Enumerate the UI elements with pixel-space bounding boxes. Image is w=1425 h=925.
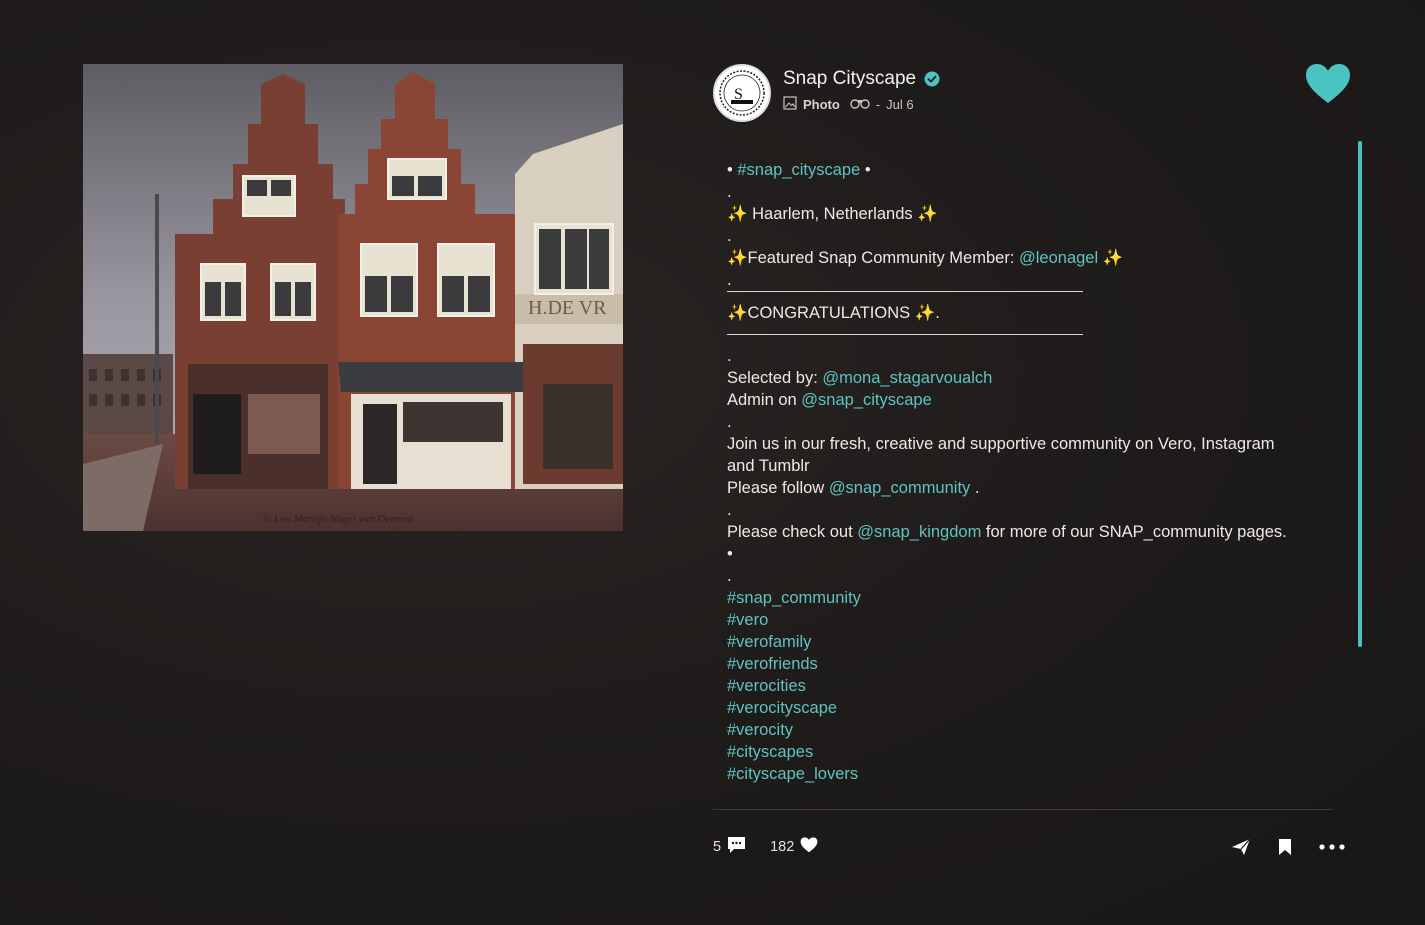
footer-divider: [713, 809, 1333, 810]
post-photo[interactable]: H.DE VR © Leo Martijn Nagel van Deemen: [83, 64, 623, 531]
more-icon[interactable]: [1318, 836, 1346, 858]
post-actions: [1230, 836, 1346, 858]
mention-link[interactable]: @mona_stagarvoualch: [822, 369, 992, 387]
caption-line: •: [727, 545, 733, 563]
hashtag-link[interactable]: #snap_cityscape: [737, 161, 860, 179]
hashtag-link[interactable]: #verocities: [727, 675, 1297, 697]
photo-image: H.DE VR © Leo Martijn Nagel van Deemen: [83, 64, 623, 531]
post-stats: 5 182: [713, 836, 818, 858]
caption-line: ✨Featured Snap Community Member: @leonag…: [727, 249, 1124, 267]
hashtag-link[interactable]: #verocity: [727, 719, 1297, 741]
account-name[interactable]: Snap Cityscape: [783, 68, 916, 90]
mention-link[interactable]: @snap_cityscape: [801, 391, 932, 409]
caption-rule: [727, 334, 1083, 335]
caption-line: .: [727, 183, 732, 201]
caption-line: .: [727, 567, 732, 585]
hashtag-link[interactable]: #snap_community: [727, 587, 1297, 609]
caption-line: .: [727, 227, 732, 245]
mention-link[interactable]: @leonagel: [1019, 249, 1098, 267]
caption-line: .: [727, 347, 732, 365]
comment-icon: [727, 836, 746, 858]
comment-count: 5: [713, 839, 722, 855]
heart-icon: [1306, 64, 1350, 103]
account-avatar[interactable]: S: [713, 64, 771, 122]
caption-line: .: [727, 501, 732, 519]
binoculars-icon: [850, 97, 870, 112]
hashtag-link[interactable]: #verofriends: [727, 653, 1297, 675]
caption-rule: [727, 291, 1083, 292]
account-header: Snap Cityscape: [783, 68, 940, 90]
heart-icon: [800, 837, 818, 857]
hashtag-link[interactable]: #cityscapes: [727, 741, 1297, 763]
like-count: 182: [770, 839, 795, 855]
caption-line: Admin on @snap_cityscape: [727, 391, 932, 409]
mention-link[interactable]: @snap_kingdom: [857, 523, 981, 541]
caption-line: .: [727, 413, 732, 431]
caption-scrollbar[interactable]: [1358, 141, 1362, 647]
hashtag-link[interactable]: #verocityscape: [727, 697, 1297, 719]
caption-line: Please check out @snap_kingdom for more …: [727, 523, 1287, 541]
post-meta: Photo - Jul 6: [783, 96, 914, 113]
caption-line: .: [727, 271, 732, 289]
caption-line: • #snap_cityscape •: [727, 161, 871, 179]
comments-button[interactable]: 5: [713, 836, 746, 858]
post-caption: • #snap_cityscape • . ✨ Haarlem, Netherl…: [727, 159, 1297, 809]
photo-icon: [783, 96, 797, 113]
post-date: Jul 6: [886, 97, 914, 112]
post-type-label: Photo: [803, 97, 840, 112]
caption-line: ✨ Haarlem, Netherlands ✨: [727, 205, 938, 223]
like-heart-button[interactable]: [1305, 63, 1351, 105]
hashtag-link[interactable]: #verofamily: [727, 631, 1297, 653]
hashtag-link[interactable]: #vero: [727, 609, 1297, 631]
caption-line: Please follow @snap_community .: [727, 479, 980, 497]
photo-watermark: © Leo Martijn Nagel van Deemen: [263, 513, 414, 525]
storefront-sign: H.DE VR: [528, 297, 607, 319]
verified-badge-icon: [924, 71, 940, 87]
post-page: H.DE VR © Leo Martijn Nagel van Deemen S…: [0, 0, 1425, 925]
hashtag-link[interactable]: #cityscape_lovers: [727, 763, 1297, 785]
likes-button[interactable]: 182: [770, 837, 818, 857]
caption-line: Selected by: @mona_stagarvoualch: [727, 369, 993, 387]
caption-line: Join us in our fresh, creative and suppo…: [727, 435, 1275, 475]
date-separator: -: [875, 97, 881, 112]
bookmark-icon[interactable]: [1274, 836, 1296, 858]
caption-line: ✨CONGRATULATIONS ✨.: [727, 304, 940, 322]
avatar-logo: S: [719, 70, 765, 116]
send-icon[interactable]: [1230, 836, 1252, 858]
mention-link[interactable]: @snap_community: [829, 479, 970, 497]
